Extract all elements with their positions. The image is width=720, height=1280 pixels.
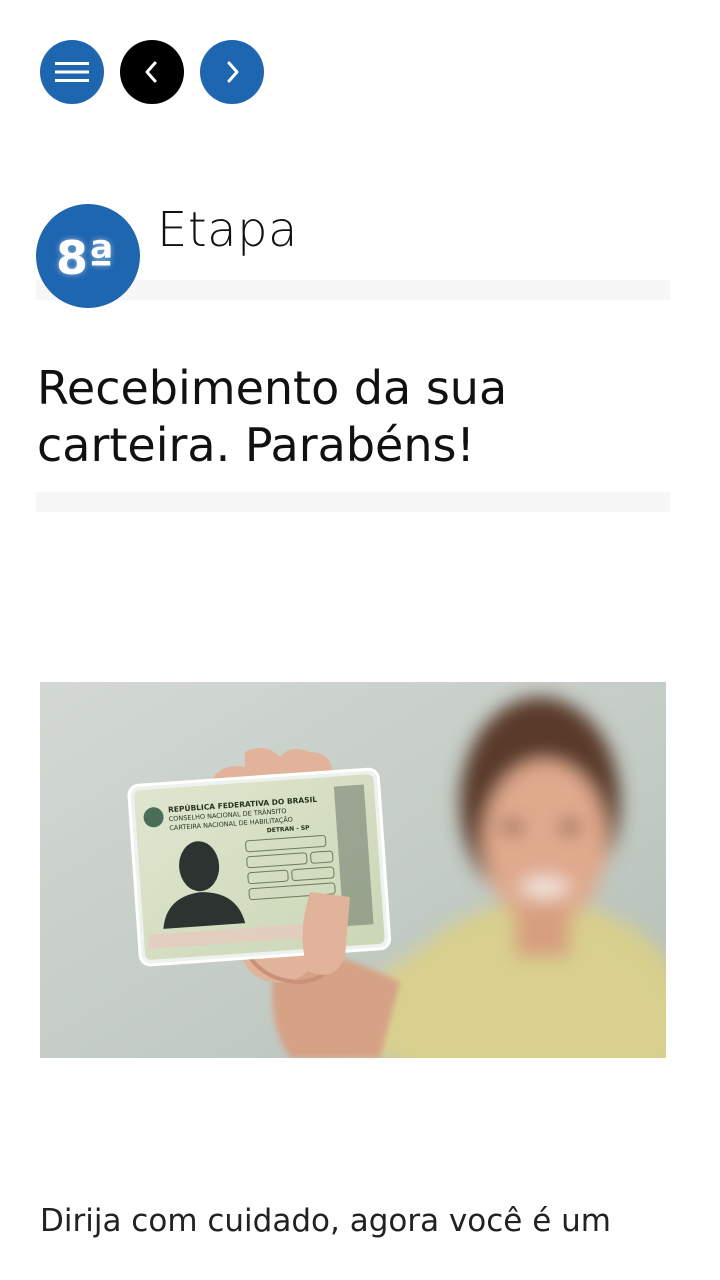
step-label: Etapa: [157, 202, 298, 258]
previous-button[interactable]: [120, 40, 184, 104]
menu-button[interactable]: [40, 40, 104, 104]
page: 8ª Etapa Recebimento da sua carteira. Pa…: [0, 0, 720, 1280]
step-number-badge: 8ª: [36, 204, 140, 308]
divider: [36, 492, 670, 512]
chevron-right-icon: [227, 61, 239, 83]
body-text: Dirija com cuidado, agora você é um: [40, 1203, 611, 1239]
license-photo: REPÚBLICA FEDERATIVA DO BRASIL CONSELHO …: [40, 682, 666, 1058]
step-number: 8ª: [56, 231, 114, 285]
hamburger-menu-icon: [55, 62, 89, 82]
chevron-left-icon: [145, 61, 157, 83]
page-title: Recebimento da sua carteira. Parabéns!: [37, 361, 508, 472]
next-button[interactable]: [200, 40, 264, 104]
